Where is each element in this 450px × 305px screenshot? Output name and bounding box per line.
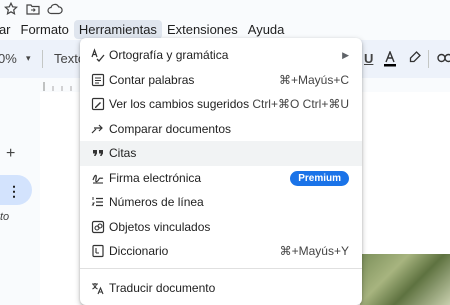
- move-folder-icon[interactable]: [22, 0, 44, 18]
- menu-item-linked-objects[interactable]: Objetos vinculados: [80, 215, 362, 240]
- menu-item-spelling[interactable]: Ortografía y gramática ▶: [80, 43, 362, 68]
- menu-ayuda[interactable]: Ayuda: [243, 20, 290, 39]
- document-image[interactable]: [360, 254, 450, 305]
- menu-item-line-numbers[interactable]: Números de línea: [80, 190, 362, 215]
- linked-objects-icon: [90, 219, 106, 235]
- text-color-icon[interactable]: [383, 50, 397, 70]
- menu-item-compare[interactable]: Comparar documentos: [80, 117, 362, 142]
- menu-item-esignature[interactable]: Firma electrónica Premium: [80, 166, 362, 191]
- star-icon[interactable]: [0, 0, 22, 18]
- tools-menu: Ortografía y gramática ▶ Contar palabras…: [80, 38, 362, 305]
- menu-item-label: Comparar documentos: [109, 122, 232, 137]
- submenu-arrow-icon: ▶: [342, 49, 349, 60]
- menu-item-label: Firma electrónica: [109, 171, 202, 186]
- doc-status-icons: [0, 0, 66, 18]
- menu-formato[interactable]: Formato: [16, 20, 74, 39]
- menu-item-label: Traducir documento: [109, 281, 216, 296]
- menu-herramientas[interactable]: Herramientas: [73, 19, 162, 39]
- toolbar-divider: [42, 50, 43, 68]
- menu-item-word-count[interactable]: Contar palabras ⌘+Mayús+C: [80, 68, 362, 93]
- top-bar: rtar Formato Herramientas Extensiones Ay…: [0, 0, 450, 40]
- more-options-icon[interactable]: ⋮: [7, 183, 21, 200]
- toolbar-divider: [428, 50, 429, 68]
- menu-insertar[interactable]: rtar: [0, 20, 16, 39]
- menu-item-label: Ortografía y gramática: [109, 48, 229, 63]
- menu-item-shortcut: ⌘+Mayús+Y: [279, 244, 349, 259]
- cloud-saved-icon[interactable]: [44, 0, 66, 18]
- menu-item-translate[interactable]: Traducir documento: [80, 276, 362, 301]
- menu-divider: [80, 268, 362, 269]
- premium-badge: Premium: [290, 170, 349, 186]
- suggested-edits-icon: [90, 96, 106, 112]
- menu-item-dictionary[interactable]: Diccionario ⌘+Mayús+Y: [80, 239, 362, 264]
- dictionary-icon: [90, 243, 106, 259]
- translate-icon: [90, 280, 106, 296]
- zoom-chevron-icon[interactable]: ▾: [26, 53, 31, 64]
- line-numbers-icon: [90, 194, 106, 210]
- compare-icon: [90, 121, 106, 137]
- menu-item-label: Ver los cambios sugeridos: [109, 97, 250, 112]
- menu-item-label: Números de línea: [109, 195, 204, 210]
- menu-item-suggested-edits[interactable]: Ver los cambios sugeridos Ctrl+⌘O Ctrl+⌘…: [80, 92, 362, 117]
- spellcheck-icon: [90, 47, 106, 63]
- signature-icon: [90, 170, 106, 186]
- menu-item-shortcut: ⌘+Mayús+C: [278, 73, 349, 88]
- highlight-icon[interactable]: [409, 51, 421, 68]
- tab-label-partial: to: [0, 211, 10, 223]
- menu-extensiones[interactable]: Extensiones: [162, 20, 243, 39]
- quote-icon: [90, 145, 106, 161]
- link-icon[interactable]: [437, 51, 450, 66]
- menu-item-label: Contar palabras: [109, 73, 195, 88]
- menu-item-citations[interactable]: Citas: [80, 141, 362, 166]
- add-tab-icon[interactable]: +: [6, 145, 15, 163]
- underline-icon[interactable]: U: [364, 51, 373, 66]
- menu-bar: rtar Formato Herramientas Extensiones Ay…: [0, 19, 289, 39]
- word-count-icon: [90, 72, 106, 88]
- menu-item-label: Citas: [109, 146, 137, 161]
- menu-item-shortcut: Ctrl+⌘O Ctrl+⌘U: [252, 97, 349, 112]
- menu-item-label: Diccionario: [109, 244, 169, 259]
- menu-item-label: Objetos vinculados: [109, 220, 211, 235]
- zoom-select[interactable]: 0%: [0, 51, 17, 66]
